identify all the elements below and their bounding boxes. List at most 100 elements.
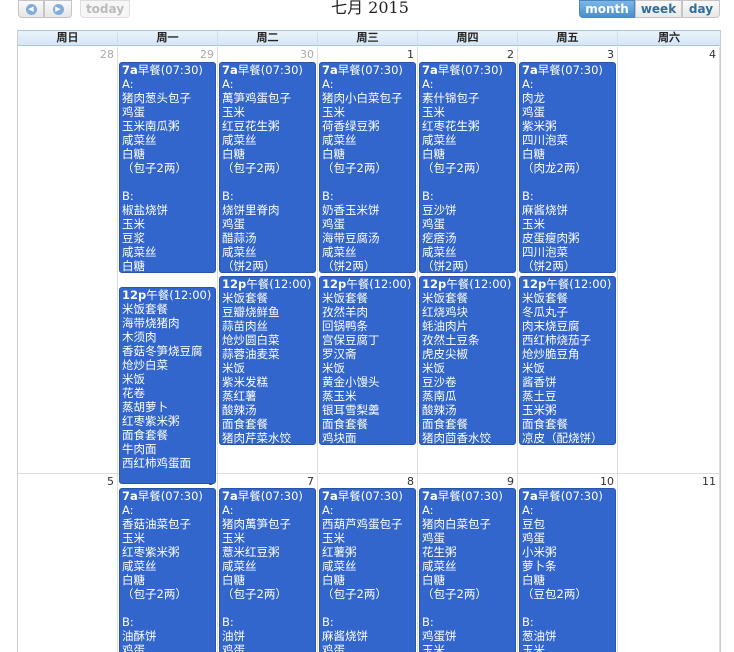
- day-cell[interactable]: [18, 474, 118, 652]
- day-number[interactable]: 3: [518, 48, 614, 61]
- event-line: 鸡块面: [322, 431, 357, 445]
- event-line: 荷香绿豆粥: [322, 119, 380, 133]
- event-line: 玉米: [422, 105, 445, 119]
- calendar-event[interactable]: 12p午餐(12:00) 米饭套餐 红烧鸡块 蚝油肉片 孜然土豆条 虎皮尖椒 米饭 豆沙卷 蒸南…: [419, 276, 516, 445]
- event-line: 米饭: [222, 361, 245, 375]
- event-line: 疙瘩汤: [422, 231, 457, 245]
- event-line: 玉米: [222, 531, 245, 545]
- next-button[interactable]: ▶: [44, 0, 72, 18]
- event-time: 7a: [422, 63, 438, 77]
- event-line: 米饭套餐: [222, 291, 268, 305]
- view-week-button[interactable]: week: [635, 0, 682, 18]
- event-time: 7a: [322, 63, 338, 77]
- event-line: （包子2两）: [122, 161, 187, 175]
- prev-button[interactable]: ◀: [18, 0, 44, 18]
- calendar-event[interactable]: 7a早餐(07:30) A: 猪肉白菜包子 鸡蛋 花生粥 咸菜丝 白糖 （包子2两） B: 鸡蛋…: [419, 488, 516, 652]
- event-line: 白糖: [422, 147, 445, 161]
- calendar-event[interactable]: 12p午餐(12:00) 米饭套餐 冬瓜丸子 肉末烧豆腐 西红柿烧茄子 炝炒脆豆角 米饭 酱香…: [519, 276, 616, 445]
- event-line: 牛肉面: [122, 442, 157, 456]
- event-line: 白糖: [222, 147, 245, 161]
- view-day-button[interactable]: day: [682, 0, 720, 18]
- event-time: 7a: [222, 489, 238, 503]
- calendar-event[interactable]: 7a早餐(07:30) A: 萬笋鸡蛋包子 玉米 红豆花生粥 咸菜丝 白糖 （包子2两） B:…: [219, 62, 316, 273]
- event-line: 肉末烧豆腐: [522, 319, 580, 333]
- event-line: （包子2两）: [122, 587, 187, 601]
- event-line: B:: [122, 189, 134, 203]
- event-line: 鸡蛋: [122, 105, 145, 119]
- calendar-event[interactable]: 12p午餐(12:00) 米饭套餐 豆瓣烧鲜鱼 蒜苗肉丝 炝炒圆白菜 蒜蓉油麦菜 米饭 紫米发…: [219, 276, 316, 445]
- day-cell[interactable]: [18, 47, 118, 474]
- event-time: 7a: [522, 63, 538, 77]
- event-line: 米饭套餐: [522, 291, 568, 305]
- event-line: 香菇冬笋烧豆腐: [122, 344, 203, 358]
- event-line: A:: [322, 503, 334, 517]
- event-line: 萝卜条: [522, 559, 557, 573]
- calendar-event[interactable]: 7a早餐(07:30) A: 香菇油菜包子 玉米 红枣紫米粥 咸菜丝 白糖 （包子2两） B:…: [119, 488, 216, 652]
- day-number[interactable]: 7: [218, 475, 314, 488]
- calendar-event[interactable]: 7a早餐(07:30) A: 肉龙 鸡蛋 紫米粥 四川泡菜 白糖 （肉龙2两） B: 麻酱烧饼玉…: [519, 62, 616, 273]
- event-line: 蒜蓉油麦菜: [222, 347, 280, 361]
- calendar-event[interactable]: 7a早餐(07:30) A: 猪肉葱头包子 鸡蛋 玉米南瓜粥 咸菜丝 白糖 （包子2两） B:…: [119, 62, 216, 273]
- event-line: 烧饼里脊肉: [222, 203, 280, 217]
- event-line: 醋蒜汤: [222, 231, 257, 245]
- view-month-button[interactable]: month: [579, 0, 635, 18]
- event-line: 咸菜丝: [422, 559, 457, 573]
- day-number[interactable]: 2: [418, 48, 514, 61]
- event-time: 7a: [522, 489, 538, 503]
- event-line: B:: [422, 189, 434, 203]
- event-line: 豆瓣烧鲜鱼: [222, 305, 280, 319]
- event-title-text: 早餐(07:30): [437, 489, 503, 503]
- event-line: 奶香玉米饼: [322, 203, 380, 217]
- event-line: 鸡蛋: [222, 643, 245, 652]
- event-line: 白糖: [322, 573, 345, 587]
- event-line: 猪肉白菜包子: [422, 517, 491, 531]
- event-title: 7a早餐(07:30): [122, 63, 215, 77]
- event-line: 酸辣汤: [222, 403, 257, 417]
- day-number[interactable]: 1: [318, 48, 414, 61]
- day-number[interactable]: 11: [618, 475, 716, 488]
- chevron-left-icon: ◀: [25, 3, 37, 15]
- event-line: 红枣花生粥: [422, 119, 480, 133]
- today-button[interactable]: today: [80, 0, 130, 18]
- calendar-event[interactable]: 12p午餐(12:00) 米饭套餐 孜然羊肉 回锅鸭条 宫保豆腐丁 罗汉斋 米饭 黄金小馒头蒸…: [319, 276, 416, 445]
- event-line: 油酥饼: [122, 629, 157, 643]
- day-number[interactable]: 28: [18, 48, 114, 61]
- calendar-event[interactable]: 12p午餐(12:00) 米饭套餐 海带烧猪肉 木须肉 香菇冬笋烧豆腐 炝炒白菜 米饭 花卷蒸…: [119, 287, 216, 484]
- calendar-event[interactable]: 7a早餐(07:30) A: 猪肉萬笋包子 玉米 薏米红豆粥 咸菜丝 白糖 （包子2两） B:…: [219, 488, 316, 652]
- day-number[interactable]: 5: [18, 475, 114, 488]
- calendar-event[interactable]: 7a早餐(07:30) A: 素什锦包子 玉米 红枣花生粥 咸菜丝 白糖 （包子2两） B: 豆…: [419, 62, 516, 273]
- event-line: 猪肉葱头包子: [122, 91, 191, 105]
- calendar-event[interactable]: 7a早餐(07:30) A: 豆包 鸡蛋 小米粥 萝卜条 白糖 （豆包2两） B: 葱油饼 玉米: [519, 488, 616, 652]
- event-title-text: 午餐(12:00): [146, 288, 212, 302]
- event-line: （包子2两）: [322, 587, 387, 601]
- weekday-label: 周五: [518, 31, 618, 45]
- event-line: B:: [222, 189, 234, 203]
- event-line: 米饭套餐: [122, 302, 168, 316]
- event-line: 面食套餐: [322, 417, 368, 431]
- event-line: 海带豆腐汤: [322, 231, 380, 245]
- day-number[interactable]: 9: [418, 475, 514, 488]
- event-line: 罗汉斋: [322, 347, 357, 361]
- day-cell[interactable]: [618, 474, 720, 652]
- event-line: 炝炒脆豆角: [522, 347, 580, 361]
- event-line: 蒸南瓜: [422, 389, 457, 403]
- day-number[interactable]: 10: [518, 475, 614, 488]
- day-number[interactable]: 30: [218, 48, 314, 61]
- event-line: 白糖: [122, 573, 145, 587]
- day-cell[interactable]: [618, 47, 720, 474]
- calendar-event[interactable]: 7a早餐(07:30) A: 猪肉小白菜包子 玉米 荷香绿豆粥 咸菜丝 白糖 （包子2两） B…: [319, 62, 416, 273]
- event-line: 白糖: [522, 147, 545, 161]
- event-line: 炝炒圆白菜: [222, 333, 280, 347]
- day-number[interactable]: 29: [118, 48, 214, 61]
- weekday-label: 周一: [118, 31, 218, 45]
- event-title-text: 早餐(07:30): [337, 489, 403, 503]
- event-line: 红枣紫米粥: [122, 414, 180, 428]
- event-line: [522, 175, 615, 189]
- day-number[interactable]: 8: [318, 475, 414, 488]
- calendar-event[interactable]: 7a早餐(07:30) A: 西葫芦鸡蛋包子 玉米 红薯粥 咸菜丝 白糖 （包子2两） B: 麻…: [319, 488, 416, 652]
- event-line: 四川泡菜: [522, 133, 568, 147]
- event-line: （饼2两）: [422, 259, 476, 273]
- event-time: 12p: [222, 277, 247, 291]
- event-line: 宫保豆腐丁: [322, 333, 380, 347]
- day-number[interactable]: 4: [618, 48, 716, 61]
